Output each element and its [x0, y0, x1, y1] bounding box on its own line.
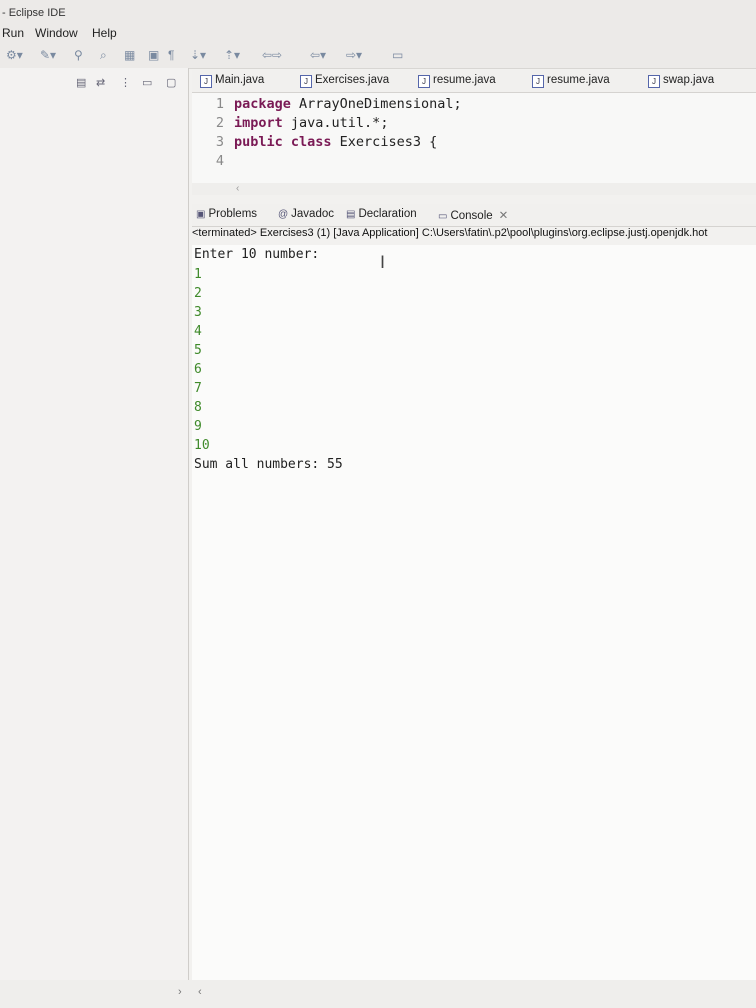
menu-help[interactable]: Help: [92, 26, 117, 40]
annotation-prev-icon[interactable]: ⇡▾: [224, 48, 240, 62]
expand-right-icon[interactable]: ›: [178, 986, 182, 998]
pin-icon[interactable]: ⚲: [74, 48, 83, 62]
main-toolbar: ⚙▾ ✎▾ ⚲ ⌕ ▦ ▣ ¶ ⇣▾ ⇡▾ ⇦⇨ ⇦▾ ⇨▾ ▭: [0, 44, 756, 69]
tab-resume-java[interactable]: Jresume.java: [418, 74, 496, 88]
code-line: 3 public class Exercises3 {: [215, 134, 438, 150]
tab-console[interactable]: ▭ Console ✕: [438, 208, 508, 222]
editor-tabs: J Main.java J Exercises.java Jresume.java …: [192, 70, 756, 93]
java-file-icon: J: [418, 75, 430, 88]
console-input-line: 6: [194, 362, 202, 377]
history-back-icon[interactable]: ⇦⇨: [262, 48, 282, 62]
java-file-icon: J: [532, 75, 544, 88]
console-input-line: 8: [194, 400, 202, 415]
close-icon[interactable]: ✕: [499, 210, 509, 222]
problems-icon: ▣: [196, 209, 206, 220]
text-cursor-icon: I: [380, 253, 386, 273]
console-input-line: 3: [194, 305, 202, 320]
task-icon[interactable]: ▦: [124, 48, 135, 62]
code-line: 1 package ArrayOneDimensional;: [215, 96, 462, 112]
java-file-icon: J: [648, 75, 660, 88]
console-input-line: 10: [194, 438, 210, 453]
launch-icon[interactable]: ✎▾: [40, 48, 56, 62]
code-line: 2 import java.util.*;: [215, 115, 389, 131]
scroll-left-icon[interactable]: ‹: [236, 183, 239, 194]
tab-swap-java[interactable]: Jswap.java: [648, 74, 714, 88]
maximize-icon[interactable]: ▢: [166, 76, 176, 89]
link-editor-icon[interactable]: ⇄: [96, 76, 105, 89]
view-menu-icon[interactable]: ⋮: [120, 76, 131, 89]
scroll-left-icon[interactable]: ‹: [198, 986, 202, 998]
bottom-view-tabs: ▣ Problems @ Javadoc ▤ Declaration ▭ Console…: [192, 204, 756, 227]
run-icon[interactable]: ⚙▾: [6, 48, 23, 62]
forward-icon[interactable]: ⇨▾: [346, 48, 362, 62]
console-input-line: 4: [194, 324, 202, 339]
menu-run[interactable]: Run: [2, 26, 24, 40]
mark-icon[interactable]: ▣: [148, 48, 159, 62]
console-input-line: 2: [194, 286, 202, 301]
menu-bar: Run Window Help: [0, 24, 756, 44]
paragraph-icon[interactable]: ¶: [168, 48, 174, 62]
search-icon[interactable]: ⌕: [100, 48, 107, 63]
declaration-icon: ▤: [346, 209, 356, 220]
window-title: - Eclipse IDE: [2, 7, 66, 19]
console-status: <terminated> Exercises3 (1) [Java Applic…: [192, 227, 708, 239]
java-file-icon: J: [300, 75, 312, 88]
tab-exercises-java[interactable]: J Exercises.java: [300, 74, 389, 88]
console-icon: ▭: [438, 211, 448, 222]
tab-main-java[interactable]: J Main.java: [200, 74, 264, 88]
console-input-line: 7: [194, 381, 202, 396]
console-result: Sum all numbers: 55: [194, 457, 343, 472]
package-explorer: ▤ ⇄ ⋮ ▭ ▢: [0, 68, 189, 1008]
code-editor[interactable]: 1 package ArrayOneDimensional; 2 import ja…: [192, 93, 756, 195]
console-input-line: 5: [194, 343, 202, 358]
editor-horizontal-scrollbar[interactable]: ‹: [192, 183, 756, 195]
tab-problems[interactable]: ▣ Problems: [196, 208, 257, 220]
title-bar: - Eclipse IDE: [0, 0, 756, 24]
collapse-all-icon[interactable]: ▤: [76, 76, 86, 89]
console-output[interactable]: Enter 10 number: I 1 2 3 4 5 6 7 8 9 10 …: [192, 245, 756, 980]
open-perspective-icon[interactable]: ▭: [392, 48, 403, 62]
console-input-line: 9: [194, 419, 202, 434]
console-input-line: 1: [194, 267, 202, 282]
bottom-scrollbar[interactable]: › ‹: [0, 980, 756, 1008]
menu-window[interactable]: Window: [35, 26, 78, 40]
tab-resume-java-2[interactable]: Jresume.java: [532, 74, 610, 88]
back-icon[interactable]: ⇦▾: [310, 48, 326, 62]
java-file-icon: J: [200, 75, 212, 88]
javadoc-icon: @: [278, 209, 289, 220]
code-line: 4: [215, 153, 224, 169]
minimize-icon[interactable]: ▭: [142, 76, 152, 89]
annotation-next-icon[interactable]: ⇣▾: [190, 48, 206, 62]
console-prompt: Enter 10 number:: [194, 247, 320, 262]
tab-declaration[interactable]: ▤ Declaration: [346, 208, 417, 220]
tab-javadoc[interactable]: @ Javadoc: [278, 208, 334, 220]
